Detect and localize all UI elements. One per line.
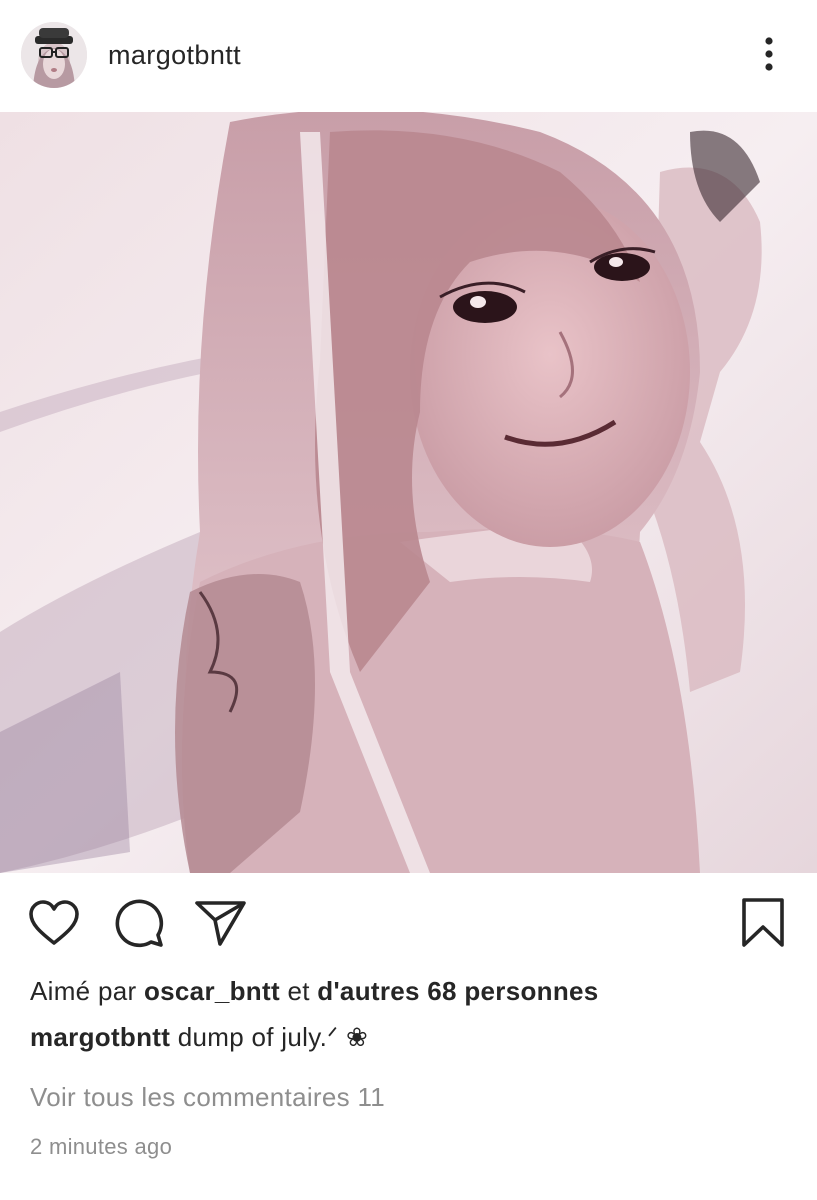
- post-timestamp: 2 minutes ago: [30, 1134, 173, 1159]
- likes-connector: et: [287, 976, 310, 1006]
- post-image: [0, 112, 817, 873]
- likes-prefix: Aimé par: [30, 976, 137, 1006]
- profile-photo: [21, 22, 87, 88]
- heart-icon[interactable]: [28, 899, 80, 947]
- paper-plane-icon[interactable]: [194, 898, 248, 948]
- caption-username[interactable]: margotbntt: [30, 1022, 170, 1052]
- post-header: margotbntt: [0, 0, 817, 112]
- post-action-bar: [0, 873, 817, 973]
- ellipsis-vertical-icon[interactable]: [752, 36, 786, 74]
- bookmark-icon[interactable]: [740, 897, 786, 949]
- avatar[interactable]: [21, 22, 87, 88]
- caption-text: dump of july.ᐟ ❀: [177, 1022, 369, 1052]
- post-photo[interactable]: [0, 112, 817, 873]
- likes-summary[interactable]: Aimé par oscar_bntt et d'autres 68 perso…: [30, 976, 599, 1007]
- comment-icon[interactable]: [111, 897, 165, 949]
- post-caption: margotbntt dump of july.ᐟ ❀: [30, 1022, 368, 1053]
- view-all-comments-link[interactable]: Voir tous les commentaires 11: [30, 1082, 385, 1113]
- liker-username[interactable]: oscar_bntt: [144, 976, 280, 1006]
- likes-others[interactable]: d'autres 68 personnes: [317, 976, 598, 1006]
- post-author-username[interactable]: margotbntt: [108, 40, 241, 71]
